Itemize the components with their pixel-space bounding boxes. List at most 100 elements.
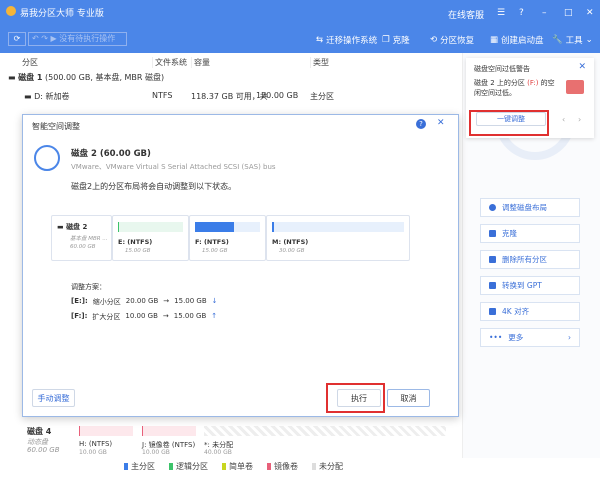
disk1-row[interactable]: ▬ 磁盘 1 (500.00 GB, 基本盘, MBR 磁盘) xyxy=(8,72,164,83)
partition-name: ▬ D: 新加卷 xyxy=(24,92,70,101)
disk-title: 磁盘 2 (60.00 GB) xyxy=(71,149,151,159)
disk4-name: 磁盘 4 xyxy=(27,427,52,436)
disk1-name: 磁盘 1 xyxy=(18,73,43,82)
partition-bar-track xyxy=(118,222,183,232)
undo-icon[interactable]: ↶ xyxy=(32,34,39,43)
clone-button[interactable]: ❐ 克隆 xyxy=(382,34,410,46)
disk-description: VMware、VMware Virtual S Serial Attached … xyxy=(71,163,276,171)
create-bootable-button[interactable]: ▦ 创建启动盘 xyxy=(490,34,544,46)
recovery-icon: ⟲ xyxy=(430,35,438,45)
wrench-icon: 🔧 xyxy=(552,35,563,45)
online-service-link[interactable]: 在线客服 xyxy=(448,8,484,21)
partition-size: 30.00 GB xyxy=(279,248,305,254)
h-label: H: (NTFS) xyxy=(79,440,113,448)
partition-bar-fill xyxy=(195,222,234,232)
partition-label: E: (NTFS) xyxy=(118,238,153,246)
column-filesystem[interactable]: 文件系统 xyxy=(152,57,187,68)
partition-type: 主分区 xyxy=(310,92,334,101)
column-partition[interactable]: 分区 xyxy=(22,57,38,68)
execute-highlight xyxy=(326,383,385,413)
legend: 主分区 逻辑分区 简单卷 镜像卷 未分配 xyxy=(124,461,343,472)
redo-icon[interactable]: ↷ xyxy=(41,34,48,43)
j-size: 10.00 GB xyxy=(142,449,170,456)
clone-disk-button[interactable]: 克隆 xyxy=(480,224,580,243)
disk-warning-icon xyxy=(566,80,584,94)
disk-map-disk: ▬ 磁盘 2 基本盘 MBR ... 60.00 GB xyxy=(51,215,112,261)
app-logo-icon xyxy=(6,6,16,16)
partition-e[interactable]: E: (NTFS) 15.00 GB xyxy=(112,215,189,261)
dialog-close-icon[interactable]: ✕ xyxy=(437,118,445,128)
migrate-icon: ⇆ xyxy=(316,35,324,45)
maximize-icon[interactable]: □ xyxy=(564,8,573,18)
column-type[interactable]: 类型 xyxy=(310,57,329,68)
disk-pie-icon xyxy=(34,145,60,171)
convert-icon xyxy=(489,282,496,289)
tools-button[interactable]: 🔧 工具 ⌄ xyxy=(552,34,593,46)
partition-bar-fill xyxy=(272,222,274,232)
recover-label: 分区恢复 xyxy=(440,36,475,46)
plan-title: 调整方案： xyxy=(71,283,106,291)
legend-logical: 逻辑分区 xyxy=(169,461,208,472)
bootable-label: 创建启动盘 xyxy=(501,36,544,46)
minimize-icon[interactable]: – xyxy=(542,8,547,18)
unallocated-bar[interactable] xyxy=(204,426,446,436)
migrate-os-button[interactable]: ⇆ 迁移操作系统 xyxy=(316,34,377,46)
intro-text: 磁盘2上的分区布局将会自动调整到以下状态。 xyxy=(71,182,237,191)
migrate-label: 迁移操作系统 xyxy=(326,36,378,46)
partition-label: F: (NTFS) xyxy=(195,238,229,246)
windows-icon: ▦ xyxy=(490,35,499,45)
legend-simple: 简单卷 xyxy=(222,461,253,472)
refresh-button[interactable]: ⟳ xyxy=(8,32,26,46)
disk4-row[interactable]: 磁盘 4 动态盘 60.00 GB H: (NTFS) 10.00 GB J: … xyxy=(0,418,455,456)
partition-recovery-button[interactable]: ⟲ 分区恢复 xyxy=(430,34,474,46)
title-bar: 易我分区大师 专业版 在线客服 ☰ ? – □ ✕ ⟳ ↶ ↷ ▶ 没有待执行操… xyxy=(0,0,600,53)
partition-label: M: (NTFS) xyxy=(272,238,309,246)
partition-f[interactable]: F: (NTFS) 15.00 GB xyxy=(189,215,266,261)
column-capacity[interactable]: 容量 xyxy=(191,57,210,68)
disk1-info: (500.00 GB, 基本盘, MBR 磁盘) xyxy=(45,73,165,82)
partition-fs: NTFS xyxy=(152,91,173,100)
menu-icon[interactable]: ☰ xyxy=(497,8,505,18)
adjust-layout-button[interactable]: 调整磁盘布局 xyxy=(480,198,580,217)
align-icon xyxy=(489,308,496,315)
partition-row[interactable]: ▬ D: 新加卷 NTFS 118.37 GB 可用，共 120.00 GB 主… xyxy=(0,91,460,103)
legend-unallocated: 未分配 xyxy=(312,461,343,472)
help-icon[interactable]: ? xyxy=(416,119,426,129)
partition-size: 15.00 GB xyxy=(202,248,228,254)
undo-redo-group: ↶ ↷ ▶ 没有待执行操作 xyxy=(28,32,127,46)
smart-space-dialog: 智能空间调整 ? ✕ 磁盘 2 (60.00 GB) VMware、VMware… xyxy=(22,114,459,417)
warning-close-icon[interactable]: ✕ xyxy=(578,62,586,72)
dialog-title: 智能空间调整 xyxy=(32,122,80,131)
convert-gpt-button[interactable]: 转换到 GPT xyxy=(480,276,580,295)
partition-size: 15.00 GB xyxy=(125,248,151,254)
cancel-button[interactable]: 取消 xyxy=(387,389,430,407)
more-button[interactable]: ••• 更多 › xyxy=(480,328,580,347)
j-bar[interactable] xyxy=(142,426,196,436)
partition-bar-fill xyxy=(118,222,120,232)
partition-bar-track xyxy=(272,222,404,232)
more-icon: ••• xyxy=(489,333,503,342)
delete-all-button[interactable]: 删除所有分区 xyxy=(480,250,580,269)
unallocated-size: 40.00 GB xyxy=(204,449,232,456)
next-icon[interactable]: › xyxy=(578,115,581,124)
tools-label: 工具 xyxy=(565,36,583,46)
h-bar[interactable] xyxy=(79,426,133,436)
legend-primary: 主分区 xyxy=(124,461,155,472)
highlight-box xyxy=(469,110,549,136)
partition-m[interactable]: M: (NTFS) 30.00 GB xyxy=(266,215,410,261)
help-icon[interactable]: ? xyxy=(519,8,524,18)
disk4-size: 60.00 GB xyxy=(27,446,60,454)
pending-operations-button[interactable]: 没有待执行操作 xyxy=(59,34,115,43)
pie-icon xyxy=(489,204,496,211)
plan-row-e: [E:]: 缩小分区 20.00 GB → 15.00 GB ↓ xyxy=(71,297,218,306)
partition-bar-track xyxy=(195,222,260,232)
manual-adjust-button[interactable]: 手动调整 xyxy=(32,389,75,407)
legend-mirror: 镜像卷 xyxy=(267,461,298,472)
partition-total: 120.00 GB xyxy=(256,91,299,100)
prev-icon[interactable]: ‹ xyxy=(562,115,565,124)
align-4k-button[interactable]: 4K 对齐 xyxy=(480,302,580,321)
clone-label: 克隆 xyxy=(392,36,410,46)
warning-text: 磁盘 2 上的分区 (F:) 的空闲空间过低。 xyxy=(474,79,555,97)
close-icon[interactable]: ✕ xyxy=(586,8,594,18)
h-size: 10.00 GB xyxy=(79,449,107,456)
